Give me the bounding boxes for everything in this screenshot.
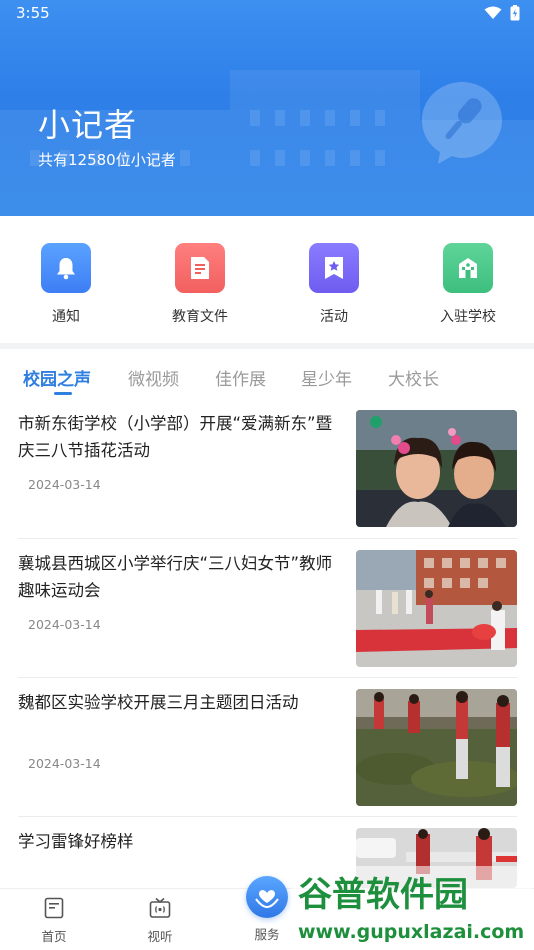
tab-micro-video[interactable]: 微视频	[128, 365, 179, 390]
nav-label: 服务	[254, 927, 280, 942]
tv-icon	[149, 897, 171, 918]
news-date: 2024-03-14	[28, 617, 101, 632]
site-watermark: 谷普软件园 www.gupuxlazai.com	[292, 866, 532, 946]
status-time: 3:55	[16, 4, 50, 22]
category-tabs: 校园之声 微视频 佳作展 星少年 大校长	[0, 349, 534, 401]
news-item[interactable]: 襄城县西城区小学举行庆“三八妇女节”教师趣味运动会 2024-03-14	[0, 550, 534, 689]
news-item[interactable]: 魏都区实验学校开展三月主题团日活动 2024-03-14	[0, 689, 534, 828]
news-title: 襄城县西城区小学举行庆“三八妇女节”教师趣味运动会	[18, 554, 333, 600]
tab-showcase[interactable]: 佳作展	[215, 365, 266, 390]
tab-principal[interactable]: 大校长	[388, 365, 439, 390]
news-date: 2024-03-14	[28, 756, 101, 771]
document-icon	[191, 257, 209, 279]
microphone-speech-bubble-icon	[422, 82, 502, 164]
nav-label: 首页	[41, 929, 67, 944]
action-icon-bg	[41, 243, 91, 293]
news-item[interactable]: 市新东街学校（小学部）开展“爱满新东”暨庆三八节插花活动 2024-03-14	[0, 410, 534, 549]
wifi-icon	[484, 6, 502, 19]
action-label: 教育文件	[172, 309, 228, 325]
page-title: 小记者	[38, 106, 138, 144]
nav-label: 视听	[147, 929, 173, 944]
battery-icon	[510, 5, 520, 21]
tab-star-youth[interactable]: 星少年	[301, 365, 352, 390]
nav-service[interactable]: 服务	[237, 921, 297, 943]
news-thumbnail	[356, 410, 517, 527]
nav-video[interactable]: 视听	[130, 897, 190, 945]
active-tab-indicator	[54, 392, 72, 395]
action-activity[interactable]: 活动	[284, 243, 384, 326]
action-label: 通知	[52, 309, 80, 325]
action-notice[interactable]: 通知	[16, 243, 116, 326]
reporter-count: 共有12580位小记者	[38, 151, 176, 169]
status-bar: 3:55	[0, 0, 534, 28]
news-title: 市新东街学校（小学部）开展“爱满新东”暨庆三八节插花活动	[18, 414, 333, 460]
news-thumbnail	[356, 689, 517, 806]
action-icon-bg	[309, 243, 359, 293]
nav-home[interactable]: 首页	[24, 897, 84, 945]
news-separator	[18, 677, 517, 678]
tab-campus-voice[interactable]: 校园之声	[23, 365, 91, 390]
news-separator	[18, 816, 517, 817]
action-join-school[interactable]: 入驻学校	[418, 243, 518, 326]
heart-hands-icon	[255, 890, 279, 909]
svg-text:www.gupuxlazai.com: www.gupuxlazai.com	[298, 921, 524, 943]
background-building	[230, 70, 420, 216]
quick-actions: 通知 教育文件 活动 入驻学校	[0, 216, 534, 344]
news-thumbnail	[356, 550, 517, 667]
header-banner: 3:55 小记者 共有12580位小记者	[0, 0, 534, 216]
action-icon-bg	[443, 243, 493, 293]
star-bookmark-icon	[325, 257, 343, 279]
news-separator	[18, 538, 517, 539]
action-label: 入驻学校	[440, 309, 496, 325]
news-title: 魏都区实验学校开展三月主题团日活动	[18, 693, 299, 712]
action-icon-bg	[175, 243, 225, 293]
news-date: 2024-03-14	[28, 477, 101, 492]
home-page-icon	[44, 897, 64, 919]
svg-text:谷普软件园: 谷普软件园	[298, 875, 468, 915]
bell-icon	[57, 258, 75, 280]
action-education-docs[interactable]: 教育文件	[150, 243, 250, 326]
service-button[interactable]	[246, 876, 288, 918]
school-building-icon	[459, 258, 477, 278]
action-label: 活动	[320, 309, 348, 325]
news-title: 学习雷锋好榜样	[18, 832, 134, 851]
